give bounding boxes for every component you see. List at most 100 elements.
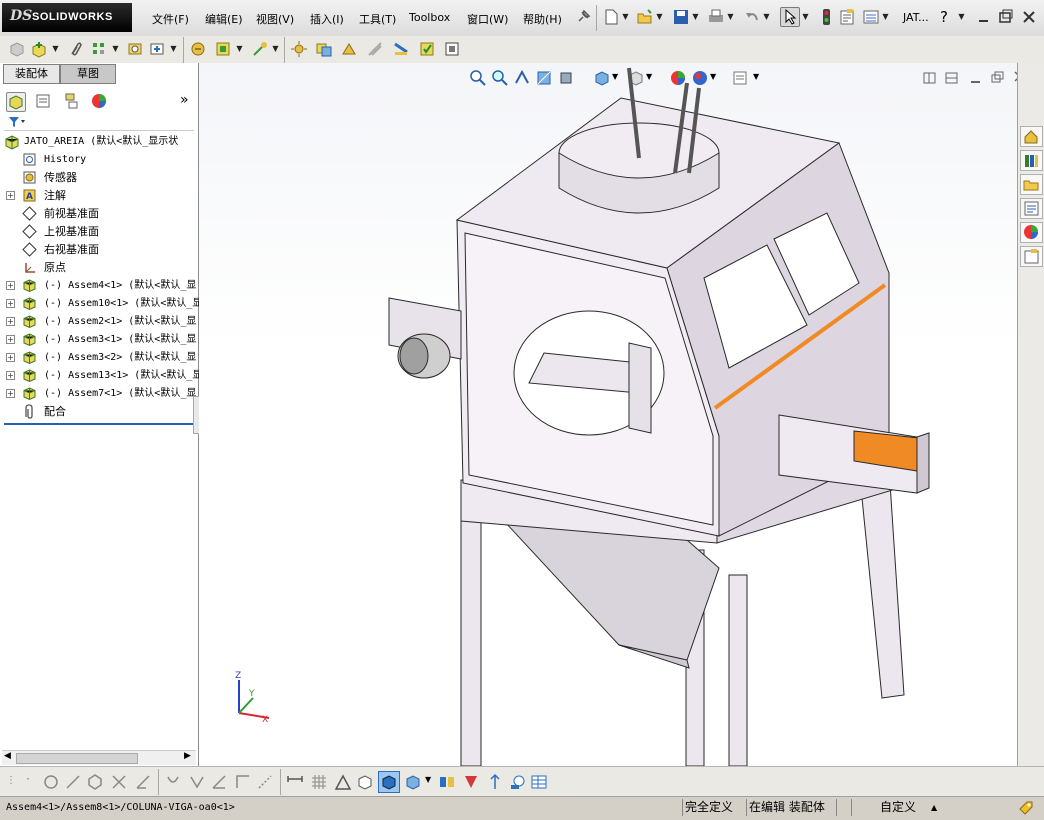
point-icon[interactable]: ·: [26, 772, 30, 786]
restore-window-icon[interactable]: [997, 8, 1015, 26]
offset-icon[interactable]: [134, 773, 152, 791]
configuration-manager-icon[interactable]: [62, 92, 80, 110]
display-manager-icon[interactable]: [90, 92, 108, 110]
close-window-icon[interactable]: [1020, 8, 1038, 26]
solidworks-logo[interactable]: DS SOLIDWORKS: [2, 3, 132, 32]
expand-plus-icon[interactable]: +: [6, 281, 15, 290]
hole-alignment-icon[interactable]: [366, 40, 384, 58]
expand-panel-chevron-icon[interactable]: »: [180, 92, 189, 108]
circle-icon[interactable]: [42, 773, 60, 791]
new-part-icon[interactable]: [30, 40, 48, 58]
help-icon[interactable]: ?: [940, 8, 948, 26]
menu-insert[interactable]: 插入(I): [310, 11, 344, 27]
save-dropdown-icon[interactable]: ▼: [692, 9, 699, 25]
rotate-view-icon[interactable]: [486, 773, 504, 791]
units-dropdown-icon[interactable]: ▲: [931, 799, 937, 816]
open-dropdown-icon[interactable]: ▼: [656, 9, 663, 25]
expand-plus-icon[interactable]: +: [6, 299, 15, 308]
trim-icon[interactable]: [110, 773, 128, 791]
options-dropdown-icon[interactable]: ▼: [882, 9, 889, 25]
cad-model-jato-areia[interactable]: [199, 63, 1017, 766]
tree-item[interactable]: + (-) Assem3<2> (默认<默认_显: [0, 349, 198, 367]
new-part-dropdown-icon[interactable]: ▼: [52, 41, 59, 57]
explode-view-icon[interactable]: [290, 40, 308, 58]
print-icon[interactable]: [707, 8, 725, 26]
tree-item[interactable]: + A 注解: [0, 187, 198, 205]
solidworks-resources-home-icon[interactable]: [1020, 126, 1043, 147]
open-folder-icon[interactable]: [636, 8, 654, 26]
tree-item[interactable]: 传感器: [0, 169, 198, 187]
rebuild-traffic-light-icon[interactable]: [817, 8, 835, 26]
rollback-bar[interactable]: [4, 423, 194, 425]
linear-pattern-icon[interactable]: [90, 40, 108, 58]
reference-dropdown-icon[interactable]: ▼: [272, 41, 279, 57]
corner-rectangle-icon[interactable]: [234, 773, 252, 791]
scroll-thumb[interactable]: [16, 753, 138, 764]
grid-icon[interactable]: [310, 773, 328, 791]
view-palette-icon[interactable]: [1020, 198, 1043, 219]
design-library-icon[interactable]: [1020, 150, 1043, 171]
pattern-dropdown-icon[interactable]: ▼: [112, 41, 119, 57]
new-document-icon[interactable]: [602, 8, 620, 26]
line-icon[interactable]: [64, 773, 82, 791]
instant3d-icon[interactable]: [443, 40, 461, 58]
scroll-left-icon[interactable]: ◀: [4, 751, 11, 761]
pin-icon[interactable]: [574, 8, 592, 26]
undo-icon[interactable]: [743, 8, 761, 26]
assembly-xpert-icon[interactable]: [418, 40, 436, 58]
tree-item[interactable]: + (-) Assem3<1> (默认<默认_显: [0, 331, 198, 349]
angle-icon[interactable]: [210, 773, 228, 791]
polygon-icon[interactable]: [86, 773, 104, 791]
custom-properties-icon[interactable]: [1020, 246, 1043, 267]
undo-dropdown-icon[interactable]: ▼: [763, 9, 770, 25]
select-pointer-icon[interactable]: [780, 7, 800, 27]
table-view-icon[interactable]: [530, 773, 548, 791]
move-component-icon[interactable]: [148, 40, 166, 58]
tree-item[interactable]: + (-) Assem7<1> (默认<默认_显: [0, 385, 198, 403]
options-icon[interactable]: [862, 8, 880, 26]
file-explorer-folder-icon[interactable]: [1020, 174, 1043, 195]
menu-file[interactable]: 文件(F): [152, 11, 189, 27]
horizontal-scrollbar[interactable]: ◀ ▶: [2, 750, 196, 765]
reference-geometry-icon[interactable]: [251, 40, 269, 58]
menu-help[interactable]: 帮助(H): [523, 11, 562, 27]
interference-detection-icon[interactable]: [315, 40, 333, 58]
save-icon[interactable]: [672, 8, 690, 26]
menu-window[interactable]: 窗口(W): [467, 11, 508, 27]
tree-item[interactable]: 前视基准面: [0, 205, 198, 223]
print-dropdown-icon[interactable]: ▼: [727, 9, 734, 25]
tree-item[interactable]: + (-) Assem10<1> (默认<默认_显: [0, 295, 202, 313]
tree-item[interactable]: 原点: [0, 259, 198, 277]
featuremanager-tree-icon[interactable]: [6, 92, 26, 112]
expand-plus-icon[interactable]: +: [6, 371, 15, 380]
select-dropdown-icon[interactable]: ▼: [802, 9, 809, 25]
extend-icon[interactable]: [188, 773, 206, 791]
show-hidden-components-icon[interactable]: [189, 40, 207, 58]
clearance-verification-icon[interactable]: [340, 40, 358, 58]
sketch-triangle-icon[interactable]: [334, 773, 352, 791]
menu-view[interactable]: 视图(V): [256, 11, 294, 27]
minimize-window-icon[interactable]: [975, 8, 993, 26]
rebuild-tag-icon[interactable]: [1018, 800, 1034, 816]
file-properties-icon[interactable]: [838, 8, 856, 26]
new-dropdown-icon[interactable]: ▼: [622, 9, 629, 25]
mate-paperclip-icon[interactable]: [66, 40, 84, 58]
shaded-view-button[interactable]: [378, 771, 400, 793]
help-dropdown-icon[interactable]: ▼: [958, 9, 965, 25]
construction-geometry-icon[interactable]: [256, 773, 274, 791]
expand-plus-icon[interactable]: +: [6, 353, 15, 362]
tab-sketch[interactable]: 草图: [60, 64, 116, 84]
filter-funnel-icon[interactable]: [8, 116, 26, 128]
graphics-viewport[interactable]: ▼ ▼ ▼ ▼ Z Y X: [199, 63, 1017, 766]
status-custom-units[interactable]: 自定义: [880, 799, 916, 816]
tree-item[interactable]: History: [0, 151, 198, 169]
hide-show-items-icon[interactable]: [462, 773, 480, 791]
camera-view-icon[interactable]: [438, 773, 456, 791]
scroll-right-icon[interactable]: ▶: [184, 751, 191, 761]
menu-toolbox[interactable]: Toolbox: [409, 11, 450, 24]
tab-assembly[interactable]: 装配体: [3, 64, 60, 84]
expand-plus-icon[interactable]: +: [6, 389, 15, 398]
lights-cameras-icon[interactable]: [508, 773, 526, 791]
menu-tools[interactable]: 工具(T): [359, 11, 396, 27]
view-cube-dropdown-icon[interactable]: ▼: [425, 775, 431, 784]
